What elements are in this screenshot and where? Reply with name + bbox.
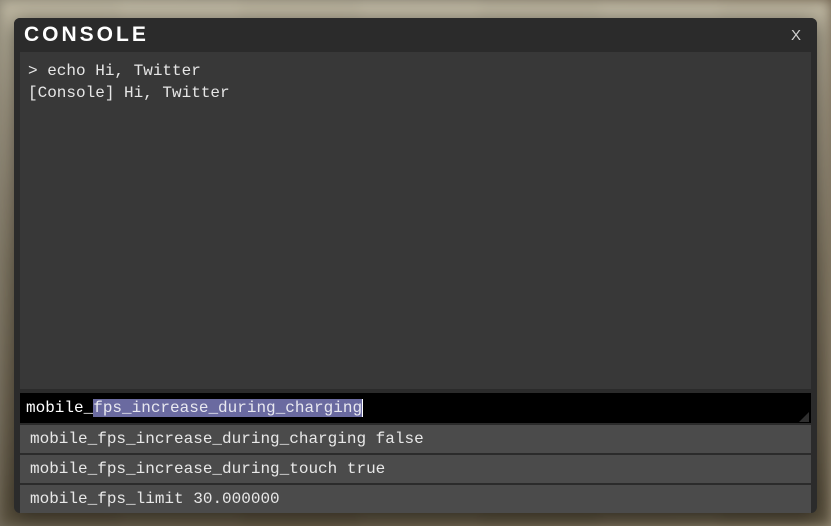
console-input[interactable]: mobile_fps_increase_during_charging xyxy=(20,393,811,423)
suggest-cmd: mobile_fps_increase_during_charging xyxy=(30,430,366,448)
output-line: > echo Hi, Twitter xyxy=(28,60,803,82)
suggest-cmd: mobile_fps_increase_during_touch xyxy=(30,460,337,478)
console-title: CONSOLE xyxy=(24,23,149,47)
console-panel: CONSOLE X > echo Hi, Twitter [Console] H… xyxy=(14,18,817,513)
suggest-cmd: mobile_fps_limit xyxy=(30,490,184,508)
autocomplete-item[interactable]: mobile_fps_increase_during_charging fals… xyxy=(20,425,811,453)
input-text: mobile_fps_increase_during_charging xyxy=(26,399,362,417)
resize-grip-icon[interactable] xyxy=(797,410,809,422)
suggest-val: false xyxy=(376,430,424,448)
output-line: [Console] Hi, Twitter xyxy=(28,82,803,104)
input-typed-part: mobile_ xyxy=(26,399,93,417)
suggest-val: true xyxy=(347,460,385,478)
console-titlebar: CONSOLE X xyxy=(14,18,817,52)
input-autocomplete-part: fps_increase_during_charging xyxy=(93,399,362,417)
close-button[interactable]: X xyxy=(785,25,807,46)
autocomplete-item[interactable]: mobile_fps_increase_during_touch true xyxy=(20,455,811,483)
autocomplete-item[interactable]: mobile_fps_limit 30.000000 xyxy=(20,485,811,513)
autocomplete-list: mobile_fps_increase_during_charging fals… xyxy=(20,425,811,513)
console-output[interactable]: > echo Hi, Twitter [Console] Hi, Twitter xyxy=(20,52,811,389)
suggest-val: 30.000000 xyxy=(193,490,279,508)
text-caret xyxy=(362,399,363,417)
